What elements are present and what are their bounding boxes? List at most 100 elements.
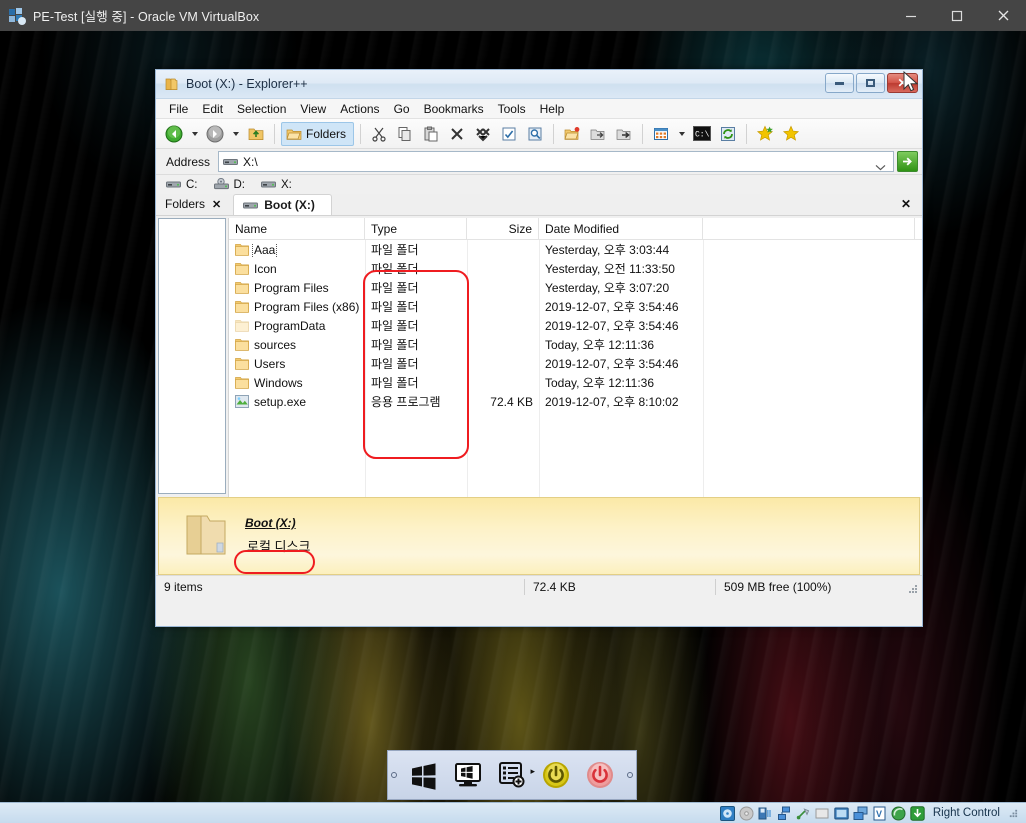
taskbar-grip-left[interactable] [391,756,397,794]
taskbar-grip-right[interactable] [627,756,633,794]
table-row[interactable]: ProgramData 파일 폴더 2019-12-07, 오후 3:54:46 [229,316,922,335]
copy-icon[interactable] [393,122,417,146]
cut-icon[interactable] [367,122,391,146]
optical-disk-icon[interactable] [739,806,754,821]
organize-bookmarks-icon[interactable] [779,122,803,146]
column-header-type[interactable]: Type [365,218,467,239]
display-icon[interactable] [834,806,849,821]
mouse-icon[interactable] [891,806,906,821]
file-list-pane[interactable]: ⌃ Name Type Size Date Modified Aaa 파일 폴더 Y… [228,218,922,497]
back-arrow-icon[interactable] [162,122,186,146]
go-button[interactable] [897,151,918,172]
open-command-prompt-icon[interactable]: C:\ [690,122,714,146]
column-header-size[interactable]: Size [467,218,539,239]
folders-tree-pane[interactable] [158,218,226,494]
address-input[interactable]: X:\ [218,151,894,172]
explorer-titlebar[interactable]: Boot (X:) - Explorer++ ✕ [156,70,922,99]
forward-arrow-icon[interactable] [203,122,227,146]
menu-item-tools[interactable]: Tools [491,101,533,117]
tab-boot-x[interactable]: Boot (X:) [233,194,332,215]
file-type-cell: 파일 폴더 [371,300,419,314]
resize-grip-icon[interactable] [1008,808,1018,818]
table-row[interactable]: Program Files 파일 폴더 Yesterday, 오후 3:07:20 [229,278,922,297]
table-row[interactable]: Windows 파일 폴더 Today, 오후 12:11:36 [229,373,922,392]
host-minimize-button[interactable] [888,0,934,31]
delete-permanently-icon[interactable] [471,122,495,146]
back-dropdown-icon[interactable] [188,122,201,146]
keyboard-icon[interactable] [910,805,925,821]
menu-item-bookmarks[interactable]: Bookmarks [417,101,491,117]
resize-grip-icon[interactable] [907,583,918,594]
new-folder-icon[interactable] [560,122,584,146]
file-name-cell[interactable]: Aaa [229,242,365,257]
views-dropdown-icon[interactable] [675,122,688,146]
main-toolbar: Folders C:\ [156,119,922,149]
table-row[interactable]: setup.exe 응용 프로그램 72.4 KB 2019-12-07, 오후 8:… [229,392,922,411]
menu-item-help[interactable]: Help [533,101,572,117]
properties-icon[interactable] [497,122,521,146]
setup-exe-icon [235,395,249,408]
drive-button-c[interactable]: C: [166,179,198,191]
file-name-cell[interactable]: Program Files (x86) [229,300,365,314]
chevron-down-icon[interactable] [875,158,886,176]
file-name-label: Program Files (x86) [254,299,360,314]
forward-dropdown-icon[interactable] [229,122,242,146]
table-row[interactable]: Aaa 파일 폴더 Yesterday, 오후 3:03:44 [229,240,922,259]
menu-item-go[interactable]: Go [387,101,417,117]
folders-toggle-button[interactable]: Folders [281,121,355,146]
table-row[interactable]: Users 파일 폴더 2019-12-07, 오후 3:54:46 [229,354,922,373]
shared-folder-icon[interactable] [815,806,830,821]
explorer-maximize-button[interactable] [856,73,885,93]
table-row[interactable]: sources 파일 폴더 Today, 오후 12:11:36 [229,335,922,354]
main-content-area: ⌃ Name Type Size Date Modified Aaa 파일 폴더 Y… [156,216,922,497]
power-red-icon[interactable] [583,758,617,792]
menu-item-actions[interactable]: Actions [333,101,386,117]
my-computer-icon[interactable] [451,758,485,792]
usb-icon[interactable] [796,806,811,821]
views-icon[interactable] [649,122,673,146]
explorer-minimize-button[interactable] [825,73,854,93]
move-to-icon[interactable] [612,122,636,146]
file-name-cell[interactable]: Icon [229,262,365,276]
up-folder-icon[interactable] [244,122,268,146]
table-row[interactable]: Icon 파일 폴더 Yesterday, 오전 11:33:50 [229,259,922,278]
power-yellow-icon[interactable] [539,758,573,792]
floppy-icon[interactable] [758,806,773,821]
delete-icon[interactable] [445,122,469,146]
table-row[interactable]: Program Files (x86) 파일 폴더 2019-12-07, 오후 3… [229,297,922,316]
file-name-cell[interactable]: Windows [229,376,365,390]
file-name-cell[interactable]: Users [229,357,365,371]
file-name-cell[interactable]: sources [229,338,365,352]
close-icon[interactable]: ✕ [212,198,221,211]
video-capture-icon[interactable] [853,806,868,821]
refresh-icon[interactable] [716,122,740,146]
tab-close-button[interactable]: ✕ [901,197,911,211]
host-maximize-button[interactable] [934,0,980,31]
file-name-cell[interactable]: setup.exe [229,395,365,409]
file-name-cell[interactable]: Program Files [229,281,365,295]
paste-icon[interactable] [419,122,443,146]
start-orb-icon[interactable] [407,758,441,792]
tab-label: Boot (X:) [264,198,315,212]
menu-item-selection[interactable]: Selection [230,101,293,117]
drive-button-d[interactable]: D: [213,178,245,191]
copy-to-icon[interactable] [586,122,610,146]
virtualbox-icon [9,7,26,25]
host-close-button[interactable] [980,0,1026,31]
folder-icon [235,376,249,389]
menu-item-edit[interactable]: Edit [195,101,230,117]
column-header-date[interactable]: Date Modified [539,218,703,239]
task-manager-icon[interactable]: ▸ [495,758,535,792]
drive-button-x[interactable]: X: [261,179,292,191]
add-bookmark-icon[interactable] [753,122,777,146]
file-name-cell[interactable]: ProgramData [229,319,365,333]
menu-item-view[interactable]: View [293,101,333,117]
hard-disk-icon[interactable] [719,805,735,821]
virtualization-icon[interactable]: V [872,806,887,821]
host-window-buttons [888,0,1026,31]
search-icon[interactable] [523,122,547,146]
menu-item-file[interactable]: File [162,101,195,117]
column-header-name[interactable]: ⌃ Name [229,218,365,239]
network-icon[interactable] [777,806,792,821]
folders-pane-header[interactable]: Folders ✕ [156,193,228,215]
